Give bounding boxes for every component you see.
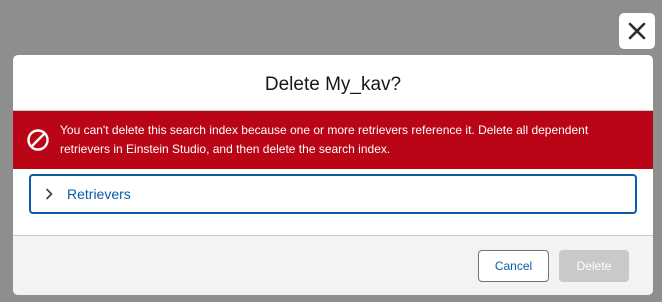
chevron-right-icon [43, 188, 55, 200]
ban-icon [26, 128, 50, 152]
modal-header: Delete My_kav? [13, 55, 653, 111]
delete-modal: Delete My_kav? You can't delete this sea… [13, 55, 653, 295]
error-banner: You can't delete this search index becau… [13, 111, 653, 169]
error-message: You can't delete this search index becau… [60, 123, 589, 156]
modal-body: Retrievers [13, 169, 653, 235]
accordion-label: Retrievers [67, 186, 131, 202]
close-modal-button[interactable] [619, 13, 655, 49]
retrievers-accordion[interactable]: Retrievers [29, 174, 637, 214]
close-icon [628, 22, 646, 40]
delete-button[interactable]: Delete [559, 249, 629, 282]
modal-title: Delete My_kav? [264, 73, 402, 95]
cancel-button[interactable]: Cancel [478, 249, 549, 282]
modal-footer: Cancel Delete [13, 235, 653, 295]
